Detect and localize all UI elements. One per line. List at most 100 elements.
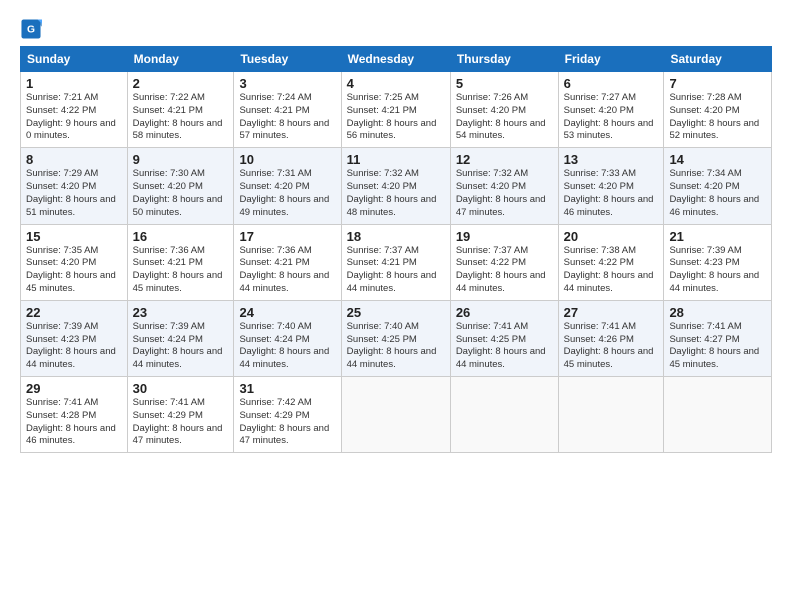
calendar-header-saturday: Saturday	[664, 47, 772, 72]
day-number: 25	[347, 305, 445, 320]
calendar-cell: 13 Sunrise: 7:33 AM Sunset: 4:20 PM Dayl…	[558, 148, 664, 224]
page: G SundayMondayTuesdayWednesdayThursdayFr…	[0, 0, 792, 463]
calendar-cell: 30 Sunrise: 7:41 AM Sunset: 4:29 PM Dayl…	[127, 377, 234, 453]
day-number: 26	[456, 305, 553, 320]
calendar-cell: 27 Sunrise: 7:41 AM Sunset: 4:26 PM Dayl…	[558, 300, 664, 376]
day-info: Sunrise: 7:41 AM Sunset: 4:27 PM Dayligh…	[669, 321, 766, 372]
calendar-cell: 11 Sunrise: 7:32 AM Sunset: 4:20 PM Dayl…	[341, 148, 450, 224]
calendar-cell: 8 Sunrise: 7:29 AM Sunset: 4:20 PM Dayli…	[21, 148, 128, 224]
calendar-cell: 9 Sunrise: 7:30 AM Sunset: 4:20 PM Dayli…	[127, 148, 234, 224]
day-number: 1	[26, 76, 122, 91]
day-info: Sunrise: 7:40 AM Sunset: 4:25 PM Dayligh…	[347, 321, 445, 372]
calendar-cell: 1 Sunrise: 7:21 AM Sunset: 4:22 PM Dayli…	[21, 72, 128, 148]
calendar-header-friday: Friday	[558, 47, 664, 72]
calendar-cell: 19 Sunrise: 7:37 AM Sunset: 4:22 PM Dayl…	[450, 224, 558, 300]
day-info: Sunrise: 7:22 AM Sunset: 4:21 PM Dayligh…	[133, 92, 229, 143]
day-number: 10	[239, 152, 335, 167]
day-number: 2	[133, 76, 229, 91]
calendar-cell: 22 Sunrise: 7:39 AM Sunset: 4:23 PM Dayl…	[21, 300, 128, 376]
calendar-cell: 17 Sunrise: 7:36 AM Sunset: 4:21 PM Dayl…	[234, 224, 341, 300]
day-info: Sunrise: 7:35 AM Sunset: 4:20 PM Dayligh…	[26, 245, 122, 296]
day-info: Sunrise: 7:28 AM Sunset: 4:20 PM Dayligh…	[669, 92, 766, 143]
day-number: 5	[456, 76, 553, 91]
calendar-cell	[341, 377, 450, 453]
calendar-cell	[664, 377, 772, 453]
calendar-cell: 2 Sunrise: 7:22 AM Sunset: 4:21 PM Dayli…	[127, 72, 234, 148]
day-info: Sunrise: 7:24 AM Sunset: 4:21 PM Dayligh…	[239, 92, 335, 143]
calendar-cell: 4 Sunrise: 7:25 AM Sunset: 4:21 PM Dayli…	[341, 72, 450, 148]
calendar-week-4: 22 Sunrise: 7:39 AM Sunset: 4:23 PM Dayl…	[21, 300, 772, 376]
day-number: 31	[239, 381, 335, 396]
day-info: Sunrise: 7:26 AM Sunset: 4:20 PM Dayligh…	[456, 92, 553, 143]
calendar-cell: 23 Sunrise: 7:39 AM Sunset: 4:24 PM Dayl…	[127, 300, 234, 376]
day-number: 9	[133, 152, 229, 167]
day-info: Sunrise: 7:30 AM Sunset: 4:20 PM Dayligh…	[133, 168, 229, 219]
calendar-cell: 3 Sunrise: 7:24 AM Sunset: 4:21 PM Dayli…	[234, 72, 341, 148]
calendar-header-tuesday: Tuesday	[234, 47, 341, 72]
day-info: Sunrise: 7:27 AM Sunset: 4:20 PM Dayligh…	[564, 92, 659, 143]
calendar-cell: 26 Sunrise: 7:41 AM Sunset: 4:25 PM Dayl…	[450, 300, 558, 376]
calendar-header-sunday: Sunday	[21, 47, 128, 72]
day-number: 14	[669, 152, 766, 167]
day-number: 21	[669, 229, 766, 244]
day-info: Sunrise: 7:36 AM Sunset: 4:21 PM Dayligh…	[239, 245, 335, 296]
calendar-cell: 18 Sunrise: 7:37 AM Sunset: 4:21 PM Dayl…	[341, 224, 450, 300]
day-number: 13	[564, 152, 659, 167]
calendar: SundayMondayTuesdayWednesdayThursdayFrid…	[20, 46, 772, 453]
day-number: 20	[564, 229, 659, 244]
day-info: Sunrise: 7:33 AM Sunset: 4:20 PM Dayligh…	[564, 168, 659, 219]
day-info: Sunrise: 7:25 AM Sunset: 4:21 PM Dayligh…	[347, 92, 445, 143]
calendar-cell: 28 Sunrise: 7:41 AM Sunset: 4:27 PM Dayl…	[664, 300, 772, 376]
logo: G	[20, 18, 44, 40]
day-number: 12	[456, 152, 553, 167]
day-number: 28	[669, 305, 766, 320]
calendar-cell: 21 Sunrise: 7:39 AM Sunset: 4:23 PM Dayl…	[664, 224, 772, 300]
calendar-cell	[450, 377, 558, 453]
day-number: 29	[26, 381, 122, 396]
day-info: Sunrise: 7:32 AM Sunset: 4:20 PM Dayligh…	[456, 168, 553, 219]
calendar-cell: 14 Sunrise: 7:34 AM Sunset: 4:20 PM Dayl…	[664, 148, 772, 224]
day-number: 24	[239, 305, 335, 320]
calendar-cell: 7 Sunrise: 7:28 AM Sunset: 4:20 PM Dayli…	[664, 72, 772, 148]
day-info: Sunrise: 7:41 AM Sunset: 4:25 PM Dayligh…	[456, 321, 553, 372]
day-info: Sunrise: 7:38 AM Sunset: 4:22 PM Dayligh…	[564, 245, 659, 296]
day-info: Sunrise: 7:39 AM Sunset: 4:23 PM Dayligh…	[26, 321, 122, 372]
day-info: Sunrise: 7:29 AM Sunset: 4:20 PM Dayligh…	[26, 168, 122, 219]
calendar-cell: 5 Sunrise: 7:26 AM Sunset: 4:20 PM Dayli…	[450, 72, 558, 148]
calendar-cell: 6 Sunrise: 7:27 AM Sunset: 4:20 PM Dayli…	[558, 72, 664, 148]
calendar-header-wednesday: Wednesday	[341, 47, 450, 72]
calendar-cell: 24 Sunrise: 7:40 AM Sunset: 4:24 PM Dayl…	[234, 300, 341, 376]
day-number: 7	[669, 76, 766, 91]
day-number: 16	[133, 229, 229, 244]
day-info: Sunrise: 7:34 AM Sunset: 4:20 PM Dayligh…	[669, 168, 766, 219]
day-info: Sunrise: 7:37 AM Sunset: 4:22 PM Dayligh…	[456, 245, 553, 296]
day-number: 11	[347, 152, 445, 167]
day-number: 15	[26, 229, 122, 244]
day-info: Sunrise: 7:37 AM Sunset: 4:21 PM Dayligh…	[347, 245, 445, 296]
day-number: 27	[564, 305, 659, 320]
day-number: 3	[239, 76, 335, 91]
day-info: Sunrise: 7:39 AM Sunset: 4:23 PM Dayligh…	[669, 245, 766, 296]
calendar-week-5: 29 Sunrise: 7:41 AM Sunset: 4:28 PM Dayl…	[21, 377, 772, 453]
calendar-week-2: 8 Sunrise: 7:29 AM Sunset: 4:20 PM Dayli…	[21, 148, 772, 224]
day-info: Sunrise: 7:21 AM Sunset: 4:22 PM Dayligh…	[26, 92, 122, 143]
day-number: 8	[26, 152, 122, 167]
calendar-cell: 31 Sunrise: 7:42 AM Sunset: 4:29 PM Dayl…	[234, 377, 341, 453]
day-number: 23	[133, 305, 229, 320]
day-info: Sunrise: 7:32 AM Sunset: 4:20 PM Dayligh…	[347, 168, 445, 219]
calendar-cell: 25 Sunrise: 7:40 AM Sunset: 4:25 PM Dayl…	[341, 300, 450, 376]
day-number: 6	[564, 76, 659, 91]
calendar-header-row: SundayMondayTuesdayWednesdayThursdayFrid…	[21, 47, 772, 72]
day-info: Sunrise: 7:42 AM Sunset: 4:29 PM Dayligh…	[239, 397, 335, 448]
day-info: Sunrise: 7:39 AM Sunset: 4:24 PM Dayligh…	[133, 321, 229, 372]
day-number: 19	[456, 229, 553, 244]
day-number: 22	[26, 305, 122, 320]
day-info: Sunrise: 7:40 AM Sunset: 4:24 PM Dayligh…	[239, 321, 335, 372]
calendar-header-monday: Monday	[127, 47, 234, 72]
day-info: Sunrise: 7:41 AM Sunset: 4:29 PM Dayligh…	[133, 397, 229, 448]
calendar-week-3: 15 Sunrise: 7:35 AM Sunset: 4:20 PM Dayl…	[21, 224, 772, 300]
calendar-cell: 29 Sunrise: 7:41 AM Sunset: 4:28 PM Dayl…	[21, 377, 128, 453]
header: G	[20, 18, 772, 40]
svg-text:G: G	[27, 25, 35, 36]
day-info: Sunrise: 7:36 AM Sunset: 4:21 PM Dayligh…	[133, 245, 229, 296]
